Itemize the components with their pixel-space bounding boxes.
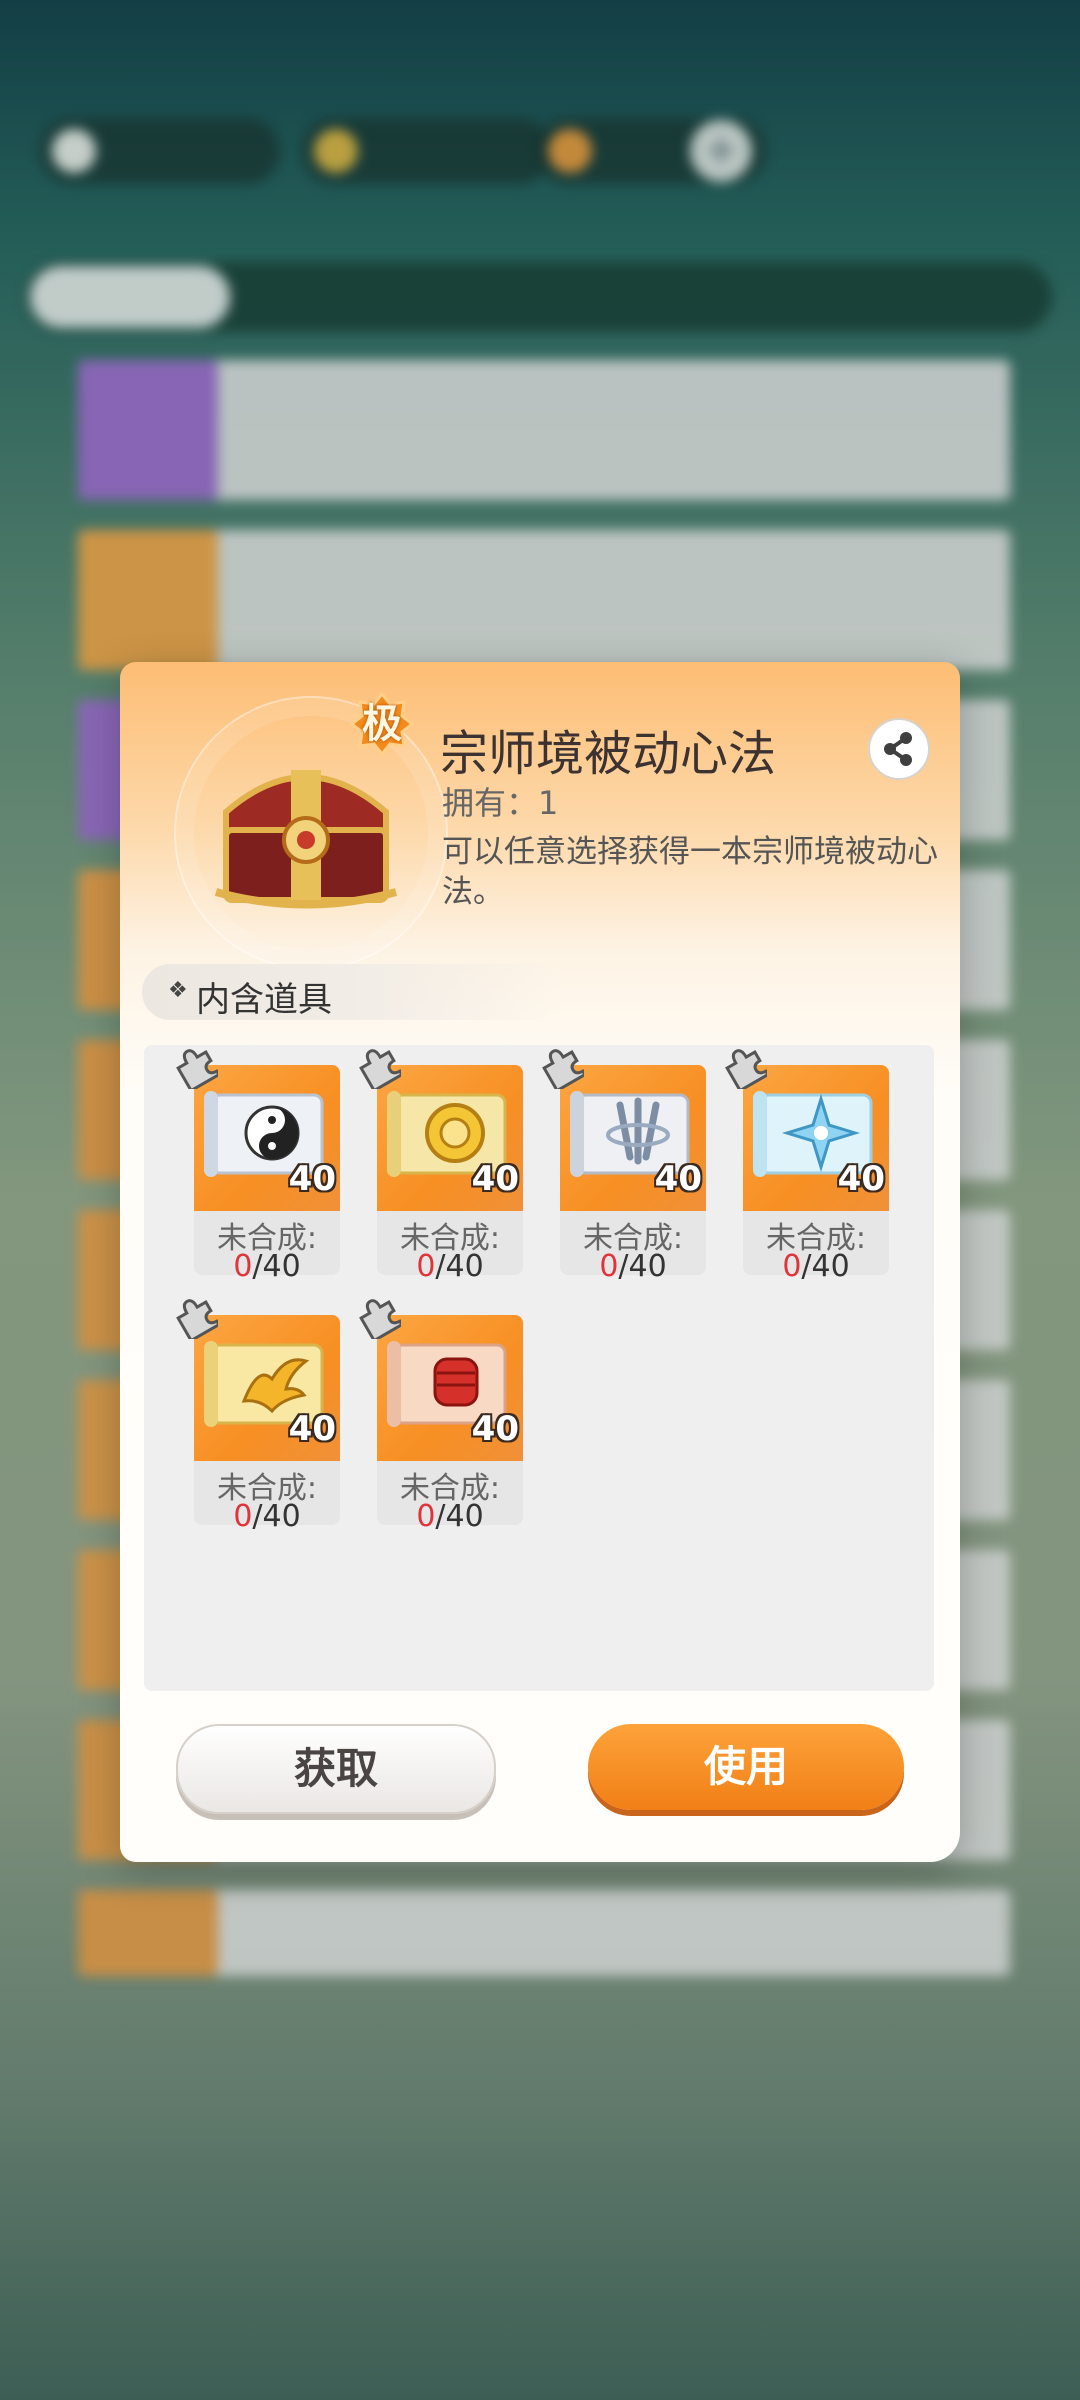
get-button[interactable]: 获取: [176, 1724, 496, 1814]
puzzle-piece-icon: [359, 1299, 401, 1339]
progress-total: /40: [435, 1499, 484, 1534]
contents-section-header: ❖ 内含道具: [142, 964, 562, 1020]
grade-badge: 极: [350, 692, 414, 756]
progress-current: 0: [782, 1249, 802, 1284]
progress-current: 0: [233, 1499, 253, 1534]
progress-total: /40: [435, 1249, 484, 1284]
owned-count: 拥有：1: [442, 784, 559, 822]
progress-total: /40: [252, 1249, 301, 1284]
use-button[interactable]: 使用: [588, 1724, 904, 1810]
progress-current: 0: [416, 1499, 436, 1534]
puzzle-piece-icon: [176, 1299, 218, 1339]
craft-progress: 0/40: [377, 1249, 523, 1284]
contained-items-panel: 40 未合成: 0/40 40 未合成: 0/40 40 未合成: 0/40 4…: [144, 1045, 934, 1691]
progress-current: 0: [233, 1249, 253, 1284]
craft-progress: 0/40: [194, 1499, 340, 1534]
share-button[interactable]: [868, 718, 930, 780]
item-description: 可以任意选择获得一本宗师境被动心法。: [442, 834, 938, 910]
fragment-count: 40: [837, 1159, 885, 1199]
puzzle-piece-icon: [725, 1049, 767, 1089]
fragment-count: 40: [288, 1159, 336, 1199]
section-title: 内含道具: [196, 980, 332, 1020]
puzzle-piece-icon: [176, 1049, 218, 1089]
grade-text: 极: [362, 701, 402, 747]
fragment-count: 40: [471, 1409, 519, 1449]
fragment-item[interactable]: 40 未合成: 0/40: [176, 1299, 340, 1534]
puzzle-piece-icon: [542, 1049, 584, 1089]
progress-total: /40: [801, 1249, 850, 1284]
progress-total: /40: [618, 1249, 667, 1284]
fragment-item[interactable]: 40 未合成: 0/40: [542, 1049, 706, 1284]
fragment-item[interactable]: 40 未合成: 0/40: [176, 1049, 340, 1284]
progress-total: /40: [252, 1499, 301, 1534]
fragment-item[interactable]: 40 未合成: 0/40: [359, 1049, 523, 1284]
diamond-bullet-icon: ❖: [168, 978, 188, 1003]
progress-current: 0: [599, 1249, 619, 1284]
fragment-item[interactable]: 40 未合成: 0/40: [359, 1299, 523, 1534]
craft-progress: 0/40: [194, 1249, 340, 1284]
craft-progress: 0/40: [377, 1499, 523, 1534]
share-icon: [884, 732, 912, 766]
fragment-count: 40: [654, 1159, 702, 1199]
treasure-chest-icon: [214, 770, 398, 909]
fragment-count: 40: [471, 1159, 519, 1199]
fragment-item[interactable]: 40 未合成: 0/40: [725, 1049, 889, 1284]
fragment-count: 40: [288, 1409, 336, 1449]
progress-current: 0: [416, 1249, 436, 1284]
craft-progress: 0/40: [743, 1249, 889, 1284]
item-title: 宗师境被动心法: [440, 726, 777, 782]
item-detail-modal: 极 宗师境被动心法 拥有：1 可以任意选择获得一本宗师境被动心法。 ❖ 内含道具: [120, 662, 960, 1862]
craft-progress: 0/40: [560, 1249, 706, 1284]
puzzle-piece-icon: [359, 1049, 401, 1089]
